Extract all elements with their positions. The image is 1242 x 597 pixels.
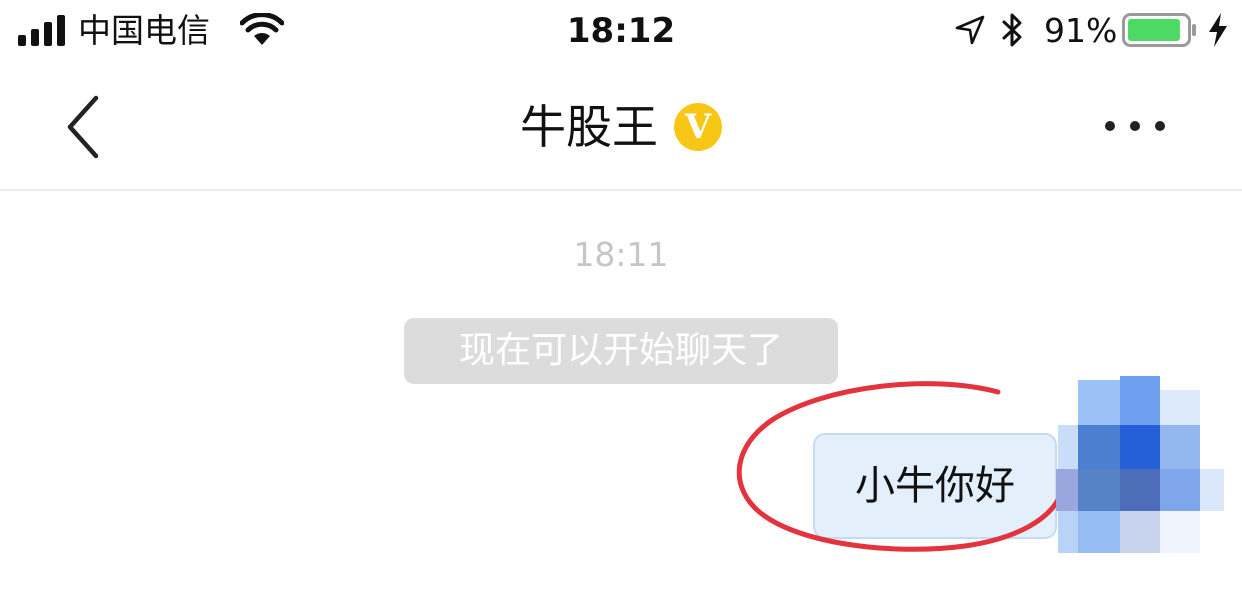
- status-bar: 中国电信 18:12 91%: [0, 0, 1242, 66]
- chat-timestamp: 18:11: [573, 235, 669, 274]
- battery-icon: [1122, 13, 1196, 47]
- charging-bolt-icon: [1209, 13, 1227, 47]
- chat-screen: 中国电信 18:12 91% 牛股王 V 18:11 现在可以开始聊天了 小牛你…: [0, 0, 1242, 597]
- bluetooth-icon: [1002, 13, 1022, 47]
- outgoing-message-bubble[interactable]: 小牛你好: [813, 433, 1057, 539]
- verified-badge-icon: V: [674, 103, 722, 151]
- location-arrow-icon: [955, 15, 985, 45]
- battery-percent: 91%: [1044, 11, 1118, 50]
- nav-bar: 牛股王 V: [0, 66, 1242, 191]
- avatar[interactable]: [1048, 368, 1242, 580]
- avatar-pixel-mosaic: [1056, 376, 1224, 553]
- page-title: 牛股王: [520, 100, 658, 154]
- more-dots-icon[interactable]: [1100, 116, 1170, 136]
- nav-title-group: 牛股王 V: [0, 96, 1242, 158]
- system-message: 现在可以开始聊天了: [404, 318, 838, 384]
